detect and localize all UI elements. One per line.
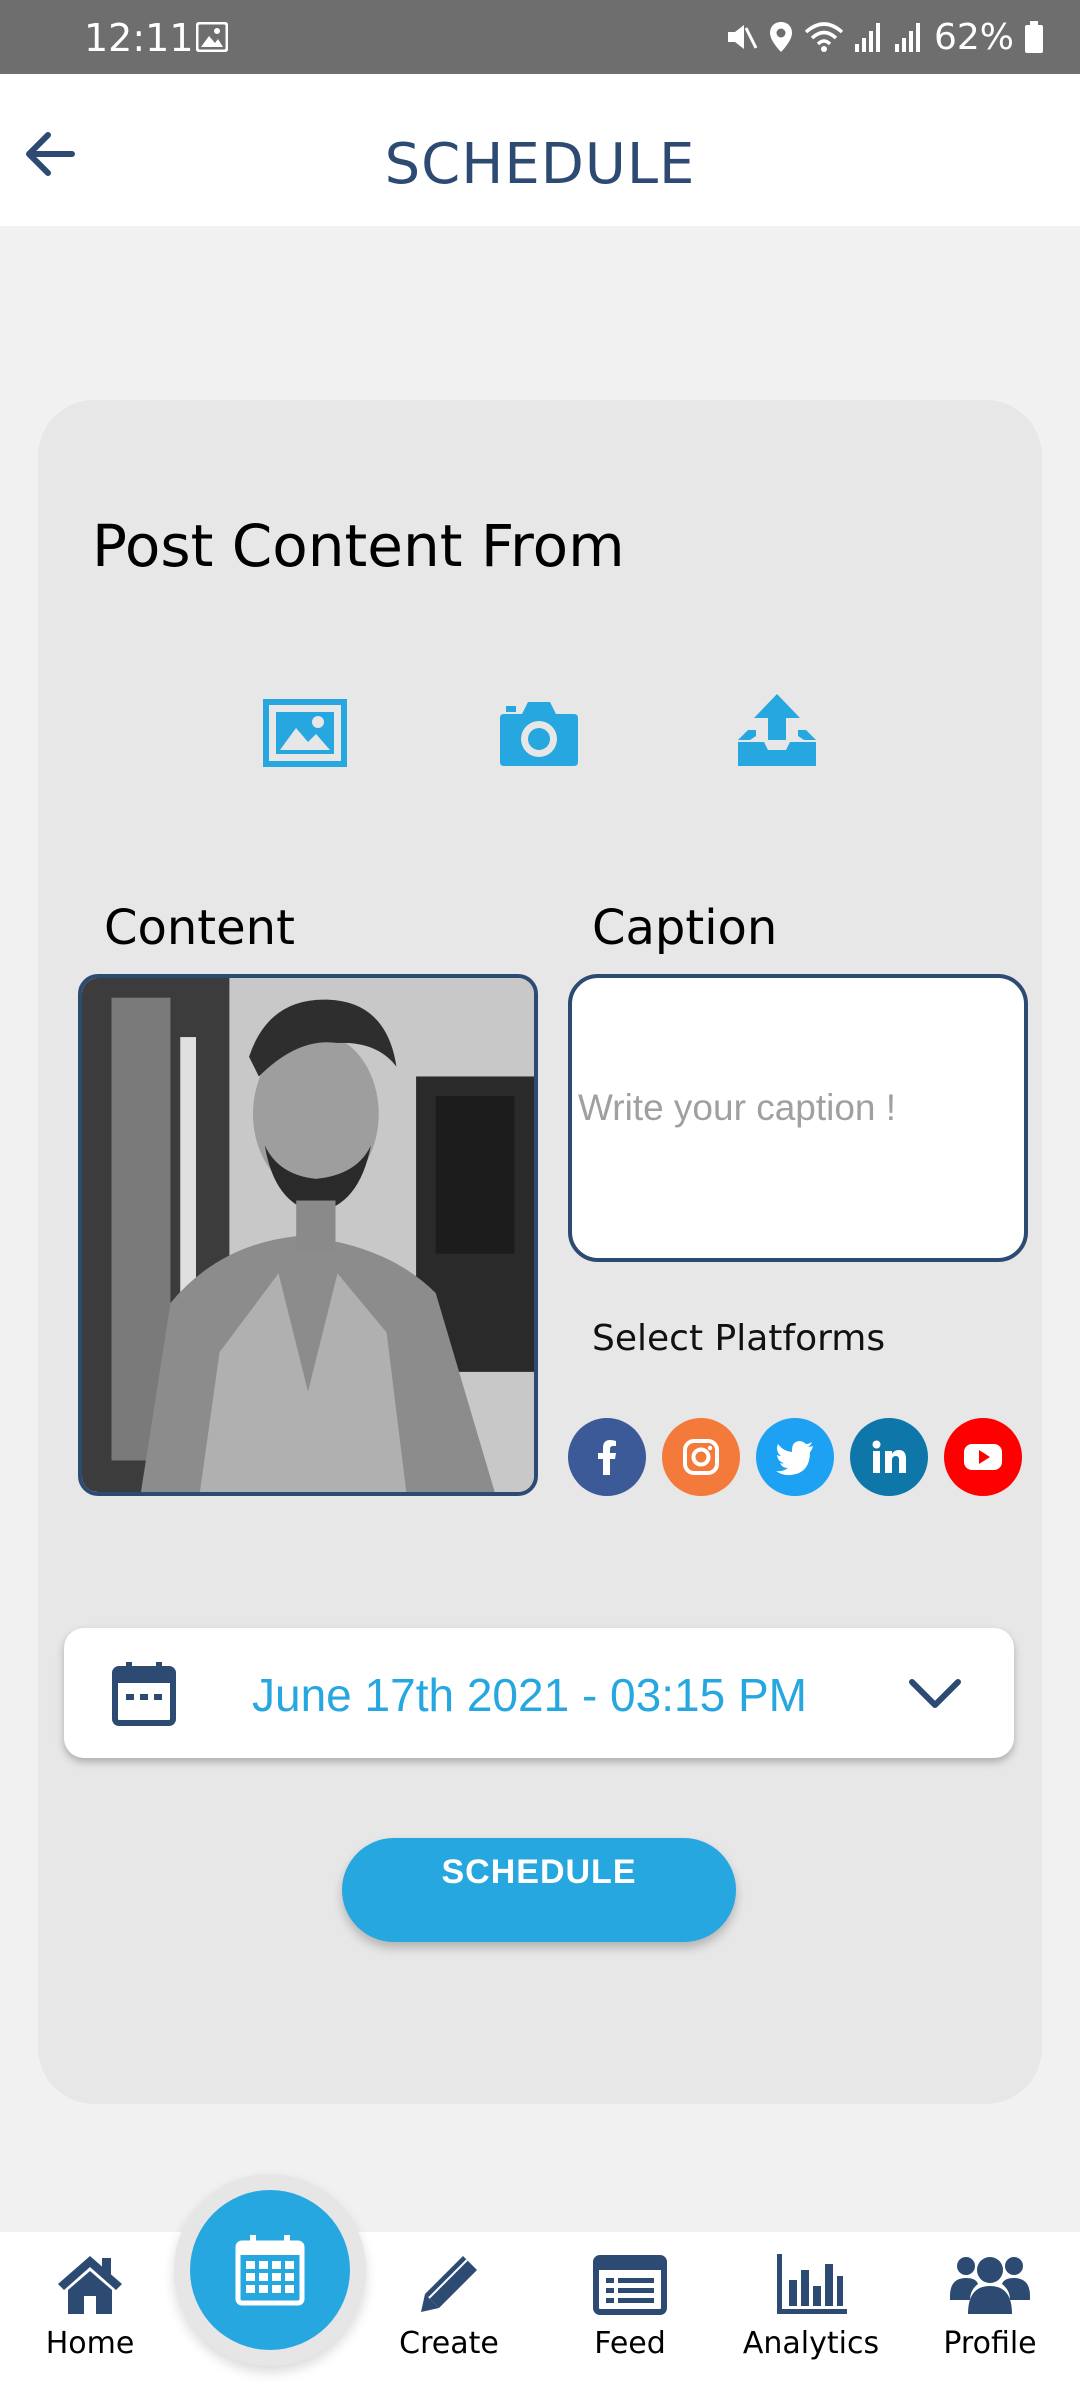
nav-item-analytics[interactable]: Analytics: [726, 2250, 896, 2390]
date-time-picker[interactable]: June 17th 2021 - 03:15 PM: [64, 1628, 1014, 1758]
mute-icon: [727, 25, 758, 49]
status-time: 12:11: [84, 16, 194, 60]
scheduled-date-value: June 17th 2021 - 03:15 PM: [252, 1669, 807, 1721]
nav-item-feed[interactable]: Feed: [545, 2250, 715, 2390]
location-icon: [769, 22, 792, 52]
linkedin-icon[interactable]: [850, 1418, 928, 1496]
caption-label: Caption: [592, 900, 778, 956]
nav-label-analytics: Analytics: [742, 2326, 880, 2361]
schedule-card: Post Content From Content Caption Write …: [38, 400, 1042, 2104]
nav-item-profile[interactable]: Profile: [905, 2250, 1075, 2390]
page-title: SCHEDULE: [384, 132, 696, 197]
battery-percent: 62%: [933, 16, 1014, 58]
platform-icons: [568, 1418, 1028, 1496]
schedule-fab[interactable]: [190, 2190, 350, 2350]
battery-icon: [1025, 21, 1043, 53]
schedule-button[interactable]: SCHEDULE: [342, 1838, 736, 1942]
camera-source-icon[interactable]: [496, 690, 582, 776]
content-photo: [82, 978, 534, 1492]
youtube-icon[interactable]: [944, 1418, 1022, 1496]
section-title: Post Content From: [92, 512, 625, 580]
nav-label-home: Home: [45, 2326, 135, 2361]
nav-label-profile: Profile: [943, 2326, 1037, 2361]
wifi-icon: [804, 22, 844, 52]
nav-item-create[interactable]: Create: [364, 2250, 534, 2390]
gallery-notification-icon: [196, 22, 228, 52]
select-platforms-label: Select Platforms: [592, 1318, 886, 1359]
content-preview-image[interactable]: [78, 974, 538, 1496]
caption-box: [568, 974, 1028, 1262]
twitter-icon[interactable]: [756, 1418, 834, 1496]
nav-label-create: Create: [399, 2326, 499, 2361]
chevron-down-icon[interactable]: [908, 1678, 962, 1710]
signal-icon: [894, 23, 920, 52]
pencil-icon: [421, 2256, 477, 2312]
signal-icon: [854, 23, 880, 52]
status-icons: 62%: [724, 16, 1044, 58]
content-label: Content: [104, 900, 295, 956]
nav-item-home[interactable]: Home: [5, 2250, 175, 2390]
caption-input[interactable]: [578, 1078, 1018, 1138]
calendar-grid-icon: [235, 2235, 305, 2306]
nav-label-feed: Feed: [594, 2326, 666, 2361]
instagram-icon[interactable]: [662, 1418, 740, 1496]
gallery-source-icon[interactable]: [262, 690, 348, 776]
bottom-navigation: Home Create Feed Analytics Profile: [0, 2232, 1080, 2400]
upload-source-icon[interactable]: [734, 690, 820, 776]
app-bar: SCHEDULE: [0, 74, 1080, 226]
newspaper-icon: [593, 2255, 667, 2315]
status-bar: 12:11 62%: [0, 0, 1080, 74]
bar-chart-icon: [777, 2254, 847, 2314]
facebook-icon[interactable]: [568, 1418, 646, 1496]
users-icon: [950, 2257, 1030, 2314]
calendar-icon: [112, 1662, 176, 1726]
home-icon: [58, 2256, 122, 2314]
